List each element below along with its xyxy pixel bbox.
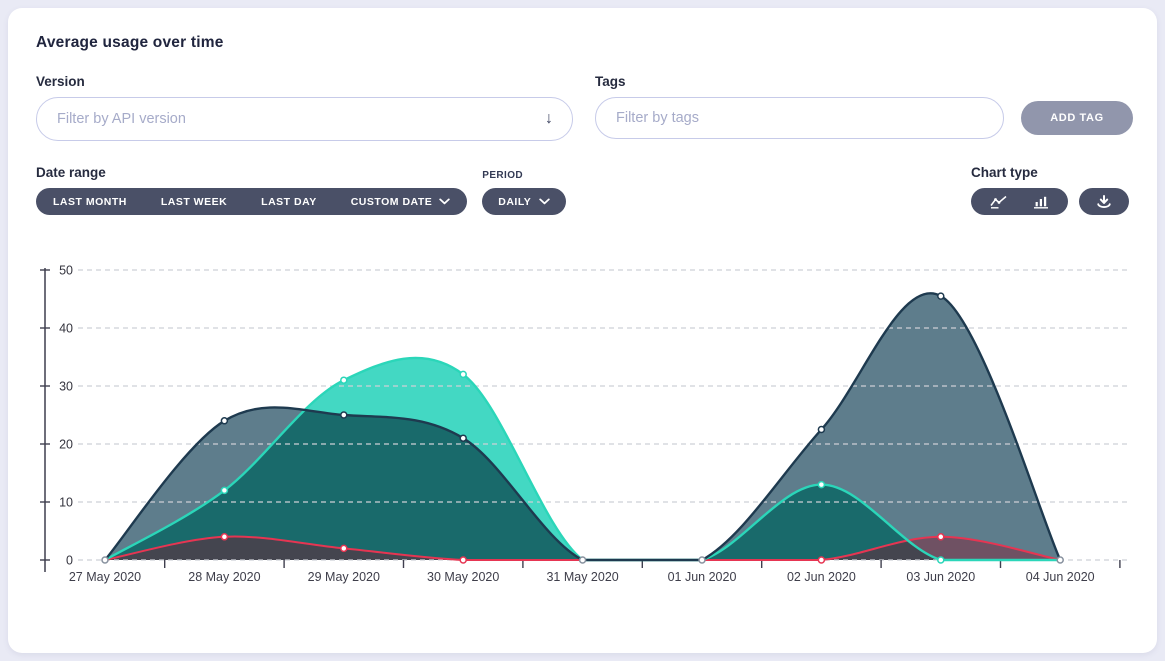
version-input[interactable] — [36, 97, 573, 141]
x-tick-label: 31 May 2020 — [546, 570, 618, 584]
x-tick-label: 28 May 2020 — [188, 570, 260, 584]
series-teal-point[interactable] — [818, 482, 824, 488]
zero-point[interactable] — [580, 557, 586, 563]
controls-row: Date range LAST MONTH LAST WEEK LAST DAY CU… — [36, 165, 1129, 215]
x-tick-label: 04 Jun 2020 — [1026, 570, 1095, 584]
bar-chart-icon — [1033, 195, 1049, 209]
line-chart-icon — [990, 195, 1008, 209]
date-range-option-label: LAST DAY — [261, 196, 317, 208]
series-red-point[interactable] — [221, 534, 227, 540]
date-range-last-month-button[interactable]: LAST MONTH — [36, 188, 144, 215]
x-tick-label: 29 May 2020 — [308, 570, 380, 584]
y-tick-label: 10 — [59, 496, 73, 510]
series-teal-point[interactable] — [460, 371, 466, 377]
page-background: Average usage over time Version ↓ Tags A… — [0, 0, 1165, 661]
usage-chart: 0 10 20 30 40 50 27 May 2020 28 May 2020 29 May … — [36, 256, 1128, 588]
period-label: PERIOD — [482, 170, 566, 181]
filters-row: Version ↓ Tags ADD TAG — [36, 74, 1129, 141]
version-label: Version — [36, 74, 573, 89]
x-tick-label: 01 Jun 2020 — [668, 570, 737, 584]
period-value: DAILY — [498, 196, 531, 208]
zero-point[interactable] — [1057, 557, 1063, 563]
add-tag-button[interactable]: ADD TAG — [1021, 101, 1133, 135]
series-dark-point[interactable] — [460, 435, 466, 441]
zero-point[interactable] — [699, 557, 705, 563]
date-range-last-week-button[interactable]: LAST WEEK — [144, 188, 244, 215]
series-red-point[interactable] — [341, 545, 347, 551]
series-dark-point[interactable] — [341, 412, 347, 418]
chevron-down-icon — [539, 198, 550, 205]
bar-chart-button[interactable] — [1025, 188, 1057, 215]
date-range-label: Date range — [36, 165, 467, 180]
series-dark-point[interactable] — [818, 427, 824, 433]
series-teal-point[interactable] — [221, 487, 227, 493]
date-range-option-label: LAST WEEK — [161, 196, 227, 208]
date-range-option-label: CUSTOM DATE — [351, 196, 433, 208]
x-tick-label: 03 Jun 2020 — [906, 570, 975, 584]
y-tick-label: 0 — [66, 554, 73, 568]
download-button[interactable] — [1088, 188, 1120, 215]
series-teal-point[interactable] — [938, 557, 944, 563]
version-select: ↓ — [36, 97, 573, 141]
y-tick-label: 40 — [59, 322, 73, 336]
tags-label: Tags — [595, 74, 1133, 89]
period-select[interactable]: DAILY — [482, 188, 566, 215]
y-tick-label: 20 — [59, 438, 73, 452]
series-red-point[interactable] — [818, 557, 824, 563]
chart-type-group — [971, 188, 1068, 215]
series-red-point[interactable] — [460, 557, 466, 563]
chevron-down-icon — [439, 198, 450, 205]
chart-area: 0 10 20 30 40 50 27 May 2020 28 May 2020 29 May … — [36, 256, 1129, 588]
page-title: Average usage over time — [36, 34, 1129, 52]
y-tick-label: 30 — [59, 380, 73, 394]
download-icon — [1096, 195, 1112, 209]
date-range-last-day-button[interactable]: LAST DAY — [244, 188, 334, 215]
x-tick-label: 30 May 2020 — [427, 570, 499, 584]
date-range-group: LAST MONTH LAST WEEK LAST DAY CUSTOM DATE — [36, 188, 467, 215]
series-dark-point[interactable] — [221, 418, 227, 424]
line-chart-button[interactable] — [982, 188, 1016, 215]
zero-point[interactable] — [102, 557, 108, 563]
tags-field — [595, 97, 1004, 139]
date-range-option-label: LAST MONTH — [53, 196, 127, 208]
series-dark-point[interactable] — [938, 293, 944, 299]
tags-input[interactable] — [595, 97, 1004, 139]
x-tick-label: 27 May 2020 — [69, 570, 141, 584]
x-tick-label: 02 Jun 2020 — [787, 570, 856, 584]
chart-type-label: Chart type — [971, 165, 1129, 180]
date-range-custom-date-button[interactable]: CUSTOM DATE — [334, 188, 468, 215]
series-red-point[interactable] — [938, 534, 944, 540]
usage-panel: Average usage over time Version ↓ Tags A… — [8, 8, 1157, 653]
series-teal-point[interactable] — [341, 377, 347, 383]
y-tick-label: 50 — [59, 264, 73, 278]
